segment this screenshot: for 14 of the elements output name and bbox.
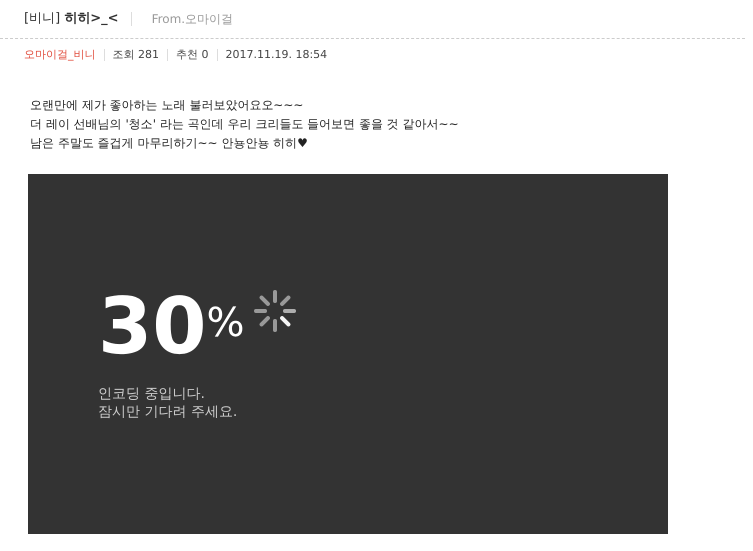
percent-sign: % xyxy=(206,303,245,343)
author-name[interactable]: 오마이걸_비니 xyxy=(24,49,104,61)
post-title: [비니] 히히>_< xyxy=(24,12,132,26)
loading-spinner-icon xyxy=(252,289,297,333)
recommend-count: 추천 0 xyxy=(167,49,216,61)
encoding-message: 인코딩 중입니다. xyxy=(98,385,206,403)
view-count: 조회 281 xyxy=(104,49,167,61)
post-date: 2017.11.19. 18:54 xyxy=(216,49,336,61)
encoding-message: 잠시만 기다려 주세요. xyxy=(98,403,238,421)
post-source: From.오마이걸 xyxy=(152,10,234,28)
post-text: 더 레이 선배님의 '청소' 라는 곡인데 우리 크리들도 들어보면 좋을 것 같아서~~ xyxy=(30,116,460,133)
post-text: 남은 주말도 즐겁게 마무리하기~~ 안뇽안뇽 히히♥ xyxy=(30,135,309,152)
post-text: 오랜만에 제가 좋아하는 노래 불러보았어요오~~~ xyxy=(30,97,304,114)
progress-percent: 30 xyxy=(98,289,207,365)
